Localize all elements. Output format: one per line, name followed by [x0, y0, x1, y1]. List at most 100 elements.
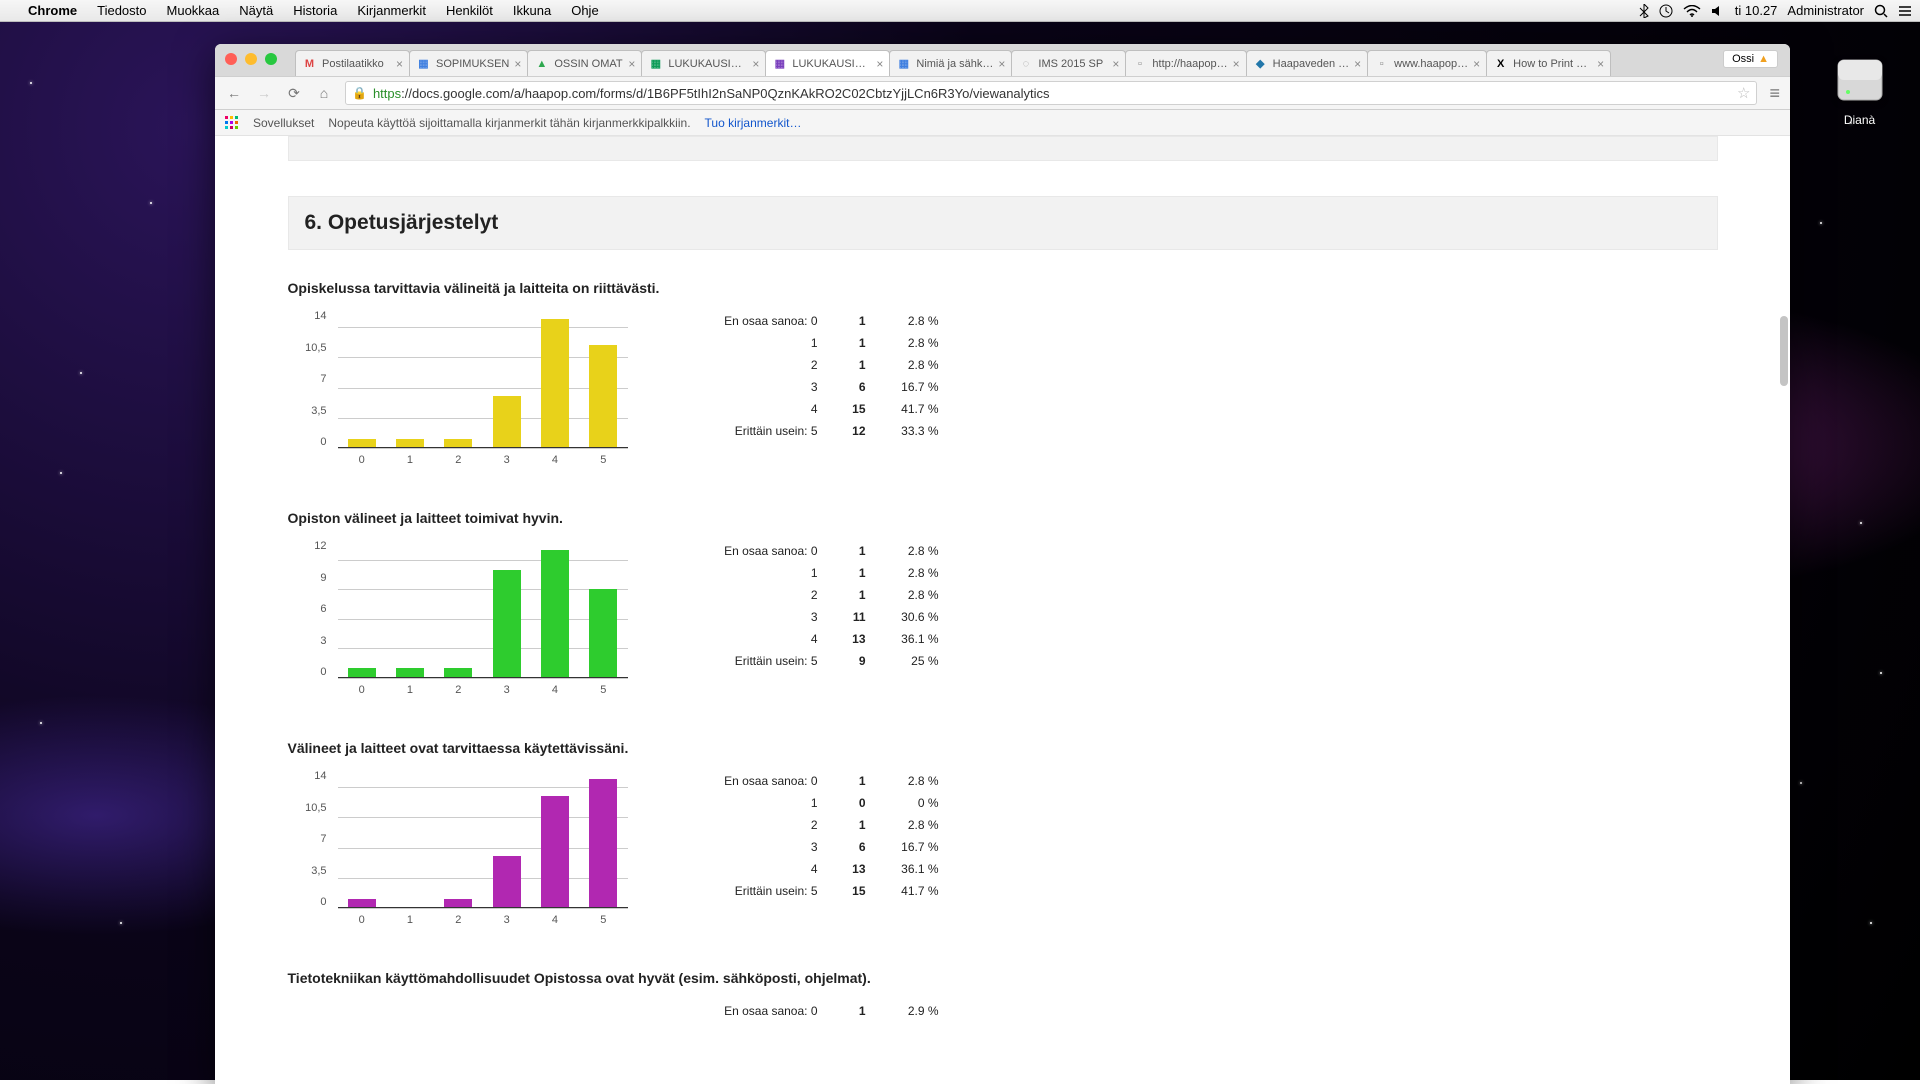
browser-tab[interactable]: ▦ SOPIMUKSEN × [409, 50, 528, 76]
volume-icon[interactable] [1711, 5, 1725, 17]
spotlight-icon[interactable] [1874, 4, 1888, 18]
tab-close-icon[interactable]: × [396, 57, 403, 71]
close-window-button[interactable] [225, 53, 237, 65]
tab-title: LUKUKAUSIP… [792, 58, 871, 70]
question-title: Välineet ja laitteet ovat tarvittaessa k… [288, 740, 1718, 756]
browser-tab[interactable]: ▦ Nimiä ja sähk… × [889, 50, 1012, 76]
data-table: En osaa sanoa: 0 1 2.8 % 1 1 2.8 % 2 1 2… [698, 310, 939, 442]
data-table: En osaa sanoa: 0 1 2.8 % 1 0 0 % 2 1 2.8… [698, 770, 939, 902]
tab-title: OSSIN OMAT [554, 58, 623, 70]
menu-item[interactable]: Muokkaa [157, 3, 230, 18]
desktop: Dianà M Postilaatikko ×▦ SOPIMUKSEN ×▲ O… [0, 22, 1920, 1080]
chart-bar [589, 345, 617, 449]
chart-bar [541, 319, 569, 448]
menu-item[interactable]: Näytä [229, 3, 283, 18]
forward-button[interactable]: → [255, 85, 273, 101]
table-row: 3 6 16.7 % [698, 836, 939, 858]
tab-close-icon[interactable]: × [1233, 57, 1240, 71]
notification-center-icon[interactable] [1898, 5, 1912, 17]
chrome-toolbar: ← → ⟳ ⌂ 🔒 https://docs.google.com/a/haap… [215, 76, 1790, 110]
warning-icon: ▲ [1758, 53, 1769, 65]
table-row: En osaa sanoa: 0 1 2.9 % [698, 1000, 939, 1022]
menu-item[interactable]: Henkilöt [436, 3, 503, 18]
chart-y-labels: 1410,573,50 [288, 310, 333, 448]
browser-tab[interactable]: ◌ IMS 2015 SP × [1011, 50, 1126, 76]
chart-bar [493, 396, 521, 448]
apps-label[interactable]: Sovellukset [253, 116, 314, 130]
tab-favicon: ▦ [896, 56, 911, 71]
chart-bar [541, 550, 569, 678]
tab-favicon: ◌ [1018, 56, 1033, 71]
table-row: 3 11 30.6 % [698, 606, 939, 628]
minimize-window-button[interactable] [245, 53, 257, 65]
zoom-window-button[interactable] [265, 53, 277, 65]
data-table: En osaa sanoa: 0 1 2.9 % [698, 1000, 939, 1022]
table-row: 3 6 16.7 % [698, 376, 939, 398]
chart-bar [589, 779, 617, 908]
tab-close-icon[interactable]: × [1354, 57, 1361, 71]
bookmarks-hint: Nopeuta käyttöä sijoittamalla kirjanmerk… [328, 116, 690, 130]
browser-tab[interactable]: X How to Print S… × [1486, 50, 1611, 76]
tab-close-icon[interactable]: × [998, 57, 1005, 71]
tab-close-icon[interactable]: × [628, 57, 635, 71]
tab-title: IMS 2015 SP [1038, 58, 1107, 70]
bookmark-star-icon[interactable]: ☆ [1737, 84, 1750, 102]
desktop-drive-icon[interactable]: Dianà [1817, 50, 1902, 127]
previous-section-footer [288, 136, 1718, 161]
tab-favicon: ▦ [648, 56, 663, 71]
data-table: En osaa sanoa: 0 1 2.8 % 1 1 2.8 % 2 1 2… [698, 540, 939, 672]
chrome-user-badge[interactable]: Ossi ▲ [1723, 50, 1778, 68]
bluetooth-icon[interactable] [1639, 4, 1649, 18]
browser-tab[interactable]: ▲ OSSIN OMAT × [527, 50, 642, 76]
menu-item[interactable]: Historia [283, 3, 347, 18]
wifi-icon[interactable] [1683, 5, 1701, 17]
menu-item[interactable]: Tiedosto [87, 3, 156, 18]
tab-close-icon[interactable]: × [752, 57, 759, 71]
tab-favicon: M [302, 56, 317, 71]
page-viewport[interactable]: 6. Opetusjärjestelyt Opiskelussa tarvitt… [215, 136, 1790, 1084]
window-controls [225, 53, 277, 65]
question-block: Välineet ja laitteet ovat tarvittaessa k… [288, 740, 1718, 930]
browser-tab[interactable]: ▫ www.haapop… × [1367, 50, 1487, 76]
menu-app[interactable]: Chrome [18, 3, 87, 18]
menu-user[interactable]: Administrator [1787, 3, 1864, 18]
apps-icon[interactable] [225, 116, 239, 130]
menu-item[interactable]: Ikkuna [503, 3, 561, 18]
home-button[interactable]: ⌂ [315, 85, 333, 101]
scrollbar[interactable] [1776, 136, 1790, 1084]
table-row: 1 0 0 % [698, 792, 939, 814]
table-row: 1 1 2.8 % [698, 562, 939, 584]
browser-tab[interactable]: M Postilaatikko × [295, 50, 410, 76]
reload-button[interactable]: ⟳ [285, 85, 303, 102]
browser-tab[interactable]: ▦ LUKUKAUSIP… × [641, 50, 766, 76]
menu-clock[interactable]: ti 10.27 [1735, 3, 1778, 18]
tab-close-icon[interactable]: × [1597, 57, 1604, 71]
chrome-menu-button[interactable]: ≡ [1769, 83, 1780, 104]
tab-favicon: X [1493, 56, 1508, 71]
table-row: 4 15 41.7 % [698, 398, 939, 420]
chart-bar [541, 796, 569, 908]
tab-close-icon[interactable]: × [876, 57, 883, 71]
section-header: 6. Opetusjärjestelyt [288, 196, 1718, 250]
import-bookmarks-link[interactable]: Tuo kirjanmerkit… [705, 116, 802, 130]
bar-chart: 129630 012345 [288, 540, 628, 700]
tab-close-icon[interactable]: × [514, 57, 521, 71]
tab-close-icon[interactable]: × [1473, 57, 1480, 71]
bookmarks-bar: Sovellukset Nopeuta käyttöä sijoittamall… [215, 110, 1790, 136]
browser-tab[interactable]: ◆ Haapaveden … × [1246, 50, 1368, 76]
browser-tab[interactable]: ▫ http://haapop… × [1125, 50, 1246, 76]
menu-item[interactable]: Ohje [561, 3, 608, 18]
table-row: 4 13 36.1 % [698, 858, 939, 880]
tab-favicon: ▫ [1132, 56, 1147, 71]
timemachine-icon[interactable] [1659, 4, 1673, 18]
table-row: Erittäin usein: 5 9 25 % [698, 650, 939, 672]
question-block: Tietotekniikan käyttömahdollisuudet Opis… [288, 970, 1718, 1022]
browser-tab[interactable]: ▦ LUKUKAUSIP… × [765, 50, 890, 76]
chrome-window: M Postilaatikko ×▦ SOPIMUKSEN ×▲ OSSIN O… [215, 44, 1790, 1084]
tab-close-icon[interactable]: × [1112, 57, 1119, 71]
address-bar[interactable]: 🔒 https://docs.google.com/a/haapop.com/f… [345, 81, 1757, 105]
question-title: Opiston välineet ja laitteet toimivat hy… [288, 510, 1718, 526]
back-button[interactable]: ← [225, 85, 243, 101]
tab-favicon: ▦ [416, 56, 431, 71]
menu-item[interactable]: Kirjanmerkit [347, 3, 436, 18]
